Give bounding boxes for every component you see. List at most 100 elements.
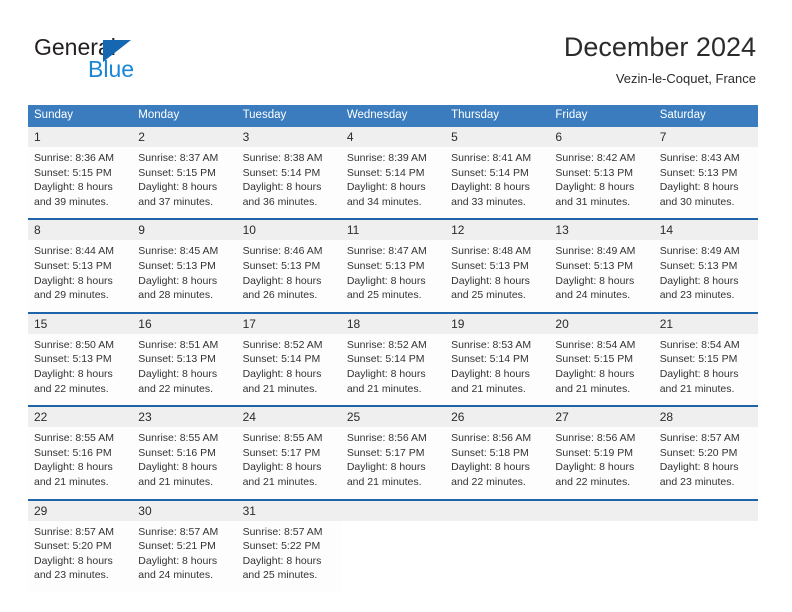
generalblue-logo: General Blue (34, 35, 194, 85)
sunrise-text: Sunrise: 8:41 AM (451, 152, 532, 164)
sunset-text: Sunset: 5:13 PM (659, 166, 738, 179)
sunset-text: Sunset: 5:14 PM (242, 166, 321, 179)
day-cell: Sunrise: 8:51 AM Sunset: 5:13 PM Dayligh… (132, 333, 237, 406)
sunset-text: Sunset: 5:13 PM (451, 259, 529, 272)
day-cell: Sunrise: 8:53 AM Sunset: 5:14 PM Dayligh… (445, 333, 550, 406)
day-number: 16 (132, 313, 237, 334)
daylight-text-line1: Daylight: 8 hours (138, 274, 218, 287)
sunrise-text: Sunrise: 8:52 AM (242, 338, 323, 351)
daylight-text-line2: and 33 minutes. (451, 195, 526, 208)
day-cell: Sunrise: 8:43 AM Sunset: 5:13 PM Dayligh… (653, 147, 758, 219)
day-number: 5 (445, 127, 550, 147)
sunset-text: Sunset: 5:15 PM (555, 353, 634, 366)
daylight-text-line1: Daylight: 8 hours (34, 274, 113, 287)
daylight-text-line2: and 21 minutes. (346, 382, 422, 395)
sunrise-text: Sunrise: 8:54 AM (659, 338, 740, 351)
day-cell: Sunrise: 8:54 AM Sunset: 5:15 PM Dayligh… (653, 333, 758, 406)
sunrise-text: Sunrise: 8:56 AM (451, 432, 532, 445)
sunset-text: Sunset: 5:16 PM (34, 446, 112, 459)
day-number: 9 (132, 220, 237, 241)
day-cell: Sunrise: 8:55 AM Sunset: 5:17 PM Dayligh… (236, 427, 341, 499)
week-4-details: Sunrise: 8:55 AM Sunset: 5:16 PM Dayligh… (28, 427, 758, 499)
daylight-text-line1: Daylight: 8 hours (346, 461, 426, 474)
day-number: 6 (549, 127, 654, 147)
sunrise-text: Sunrise: 8:53 AM (451, 338, 532, 351)
day-cell: Sunrise: 8:52 AM Sunset: 5:14 PM Dayligh… (236, 333, 341, 406)
day-cell: Sunrise: 8:46 AM Sunset: 5:13 PM Dayligh… (236, 240, 341, 312)
day-number: 29 (28, 500, 133, 521)
daylight-text-line1: Daylight: 8 hours (555, 274, 635, 287)
sunset-text: Sunset: 5:13 PM (555, 166, 634, 179)
daylight-text-line1: Daylight: 8 hours (34, 181, 113, 194)
sunrise-text: Sunrise: 8:51 AM (138, 338, 219, 351)
day-cell: Sunrise: 8:38 AM Sunset: 5:14 PM Dayligh… (236, 147, 341, 219)
daylight-text-line2: and 39 minutes. (34, 195, 109, 208)
sunrise-text: Sunrise: 8:55 AM (34, 432, 114, 445)
day-number: 3 (236, 127, 341, 147)
week-3-details: Sunrise: 8:50 AM Sunset: 5:13 PM Dayligh… (28, 333, 758, 406)
sunrise-text: Sunrise: 8:37 AM (138, 152, 219, 164)
weekday-header-thursday: Thursday (445, 105, 550, 127)
day-number-empty (445, 500, 550, 521)
daylight-text-line2: and 21 minutes. (451, 382, 526, 395)
sunrise-text: Sunrise: 8:44 AM (34, 245, 114, 258)
sunset-text: Sunset: 5:21 PM (138, 540, 216, 553)
day-cell: Sunrise: 8:56 AM Sunset: 5:19 PM Dayligh… (549, 427, 654, 499)
day-cell-empty (549, 520, 654, 592)
day-cell: Sunrise: 8:36 AM Sunset: 5:15 PM Dayligh… (28, 147, 133, 219)
daylight-text-line2: and 24 minutes. (555, 289, 631, 302)
daylight-text-line1: Daylight: 8 hours (451, 367, 530, 380)
daylight-text-line2: and 23 minutes. (659, 289, 735, 302)
sunrise-text: Sunrise: 8:42 AM (555, 152, 636, 164)
sunset-text: Sunset: 5:16 PM (138, 446, 216, 459)
daylight-text-line1: Daylight: 8 hours (138, 554, 218, 567)
sunrise-text: Sunrise: 8:50 AM (34, 338, 114, 351)
sunrise-text: Sunrise: 8:38 AM (242, 152, 323, 164)
day-number: 15 (28, 313, 133, 334)
sunrise-text: Sunrise: 8:57 AM (138, 525, 219, 538)
day-cell: Sunrise: 8:37 AM Sunset: 5:15 PM Dayligh… (132, 147, 237, 219)
sunrise-text: Sunrise: 8:43 AM (659, 152, 740, 164)
day-number: 26 (445, 407, 550, 428)
page-header: General Blue December 2024 Vezin-le-Coqu… (0, 0, 792, 100)
page-title: December 2024 (563, 32, 756, 62)
day-number: 18 (340, 313, 446, 334)
daylight-text-line1: Daylight: 8 hours (659, 274, 739, 287)
day-number: 22 (28, 407, 133, 428)
day-number: 4 (340, 127, 446, 147)
sunrise-text: Sunrise: 8:48 AM (451, 245, 532, 258)
daylight-text-line2: and 31 minutes. (555, 195, 631, 208)
sunrise-sunset-calendar-table: Sunday Monday Tuesday Wednesday Thursday… (28, 105, 758, 592)
daylight-text-line1: Daylight: 8 hours (555, 181, 635, 194)
day-number: 13 (549, 220, 654, 241)
week-3-daynumbers: 15 16 17 18 19 20 21 (28, 313, 758, 334)
daylight-text-line2: and 37 minutes. (138, 195, 213, 208)
daylight-text-line2: and 28 minutes. (138, 289, 213, 302)
sunset-text: Sunset: 5:15 PM (34, 166, 112, 179)
day-cell-empty (653, 520, 758, 592)
sunset-text: Sunset: 5:20 PM (34, 540, 112, 553)
daylight-text-line2: and 25 minutes. (451, 289, 526, 302)
daylight-text-line1: Daylight: 8 hours (34, 554, 113, 567)
daylight-text-line1: Daylight: 8 hours (242, 554, 322, 567)
sunset-text: Sunset: 5:14 PM (451, 166, 529, 179)
day-cell: Sunrise: 8:49 AM Sunset: 5:13 PM Dayligh… (549, 240, 654, 312)
daylight-text-line1: Daylight: 8 hours (451, 181, 530, 194)
daylight-text-line1: Daylight: 8 hours (138, 461, 218, 474)
daylight-text-line2: and 25 minutes. (346, 289, 422, 302)
daylight-text-line2: and 21 minutes. (555, 382, 631, 395)
daylight-text-line1: Daylight: 8 hours (346, 181, 426, 194)
sunset-text: Sunset: 5:14 PM (242, 353, 321, 366)
daylight-text-line1: Daylight: 8 hours (659, 367, 739, 380)
daylight-text-line2: and 23 minutes. (34, 569, 109, 582)
day-cell: Sunrise: 8:47 AM Sunset: 5:13 PM Dayligh… (340, 240, 446, 312)
daylight-text-line2: and 36 minutes. (242, 195, 318, 208)
day-cell: Sunrise: 8:52 AM Sunset: 5:14 PM Dayligh… (340, 333, 446, 406)
week-1-daynumbers: 1 2 3 4 5 6 7 (28, 127, 758, 147)
day-cell: Sunrise: 8:48 AM Sunset: 5:13 PM Dayligh… (445, 240, 550, 312)
week-5-details: Sunrise: 8:57 AM Sunset: 5:20 PM Dayligh… (28, 520, 758, 592)
daylight-text-line1: Daylight: 8 hours (451, 461, 530, 474)
calendar-page: General Blue December 2024 Vezin-le-Coqu… (0, 0, 792, 612)
sunset-text: Sunset: 5:22 PM (242, 540, 321, 553)
daylight-text-line2: and 30 minutes. (659, 195, 735, 208)
